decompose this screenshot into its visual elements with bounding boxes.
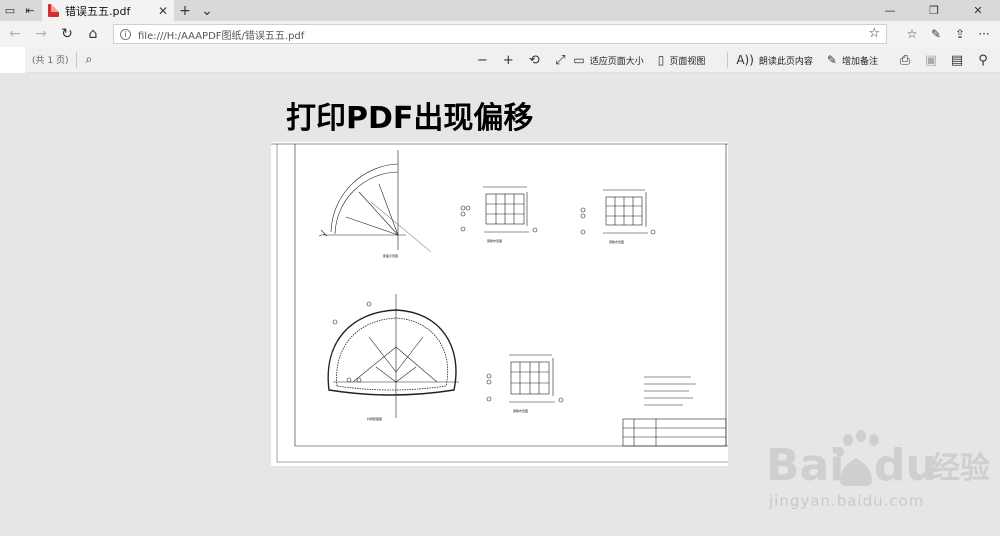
home-icon[interactable]: ⌂ [80, 21, 106, 47]
pdf-file-icon [48, 4, 59, 17]
pin-toolbar-icon[interactable]: ⚲ [970, 47, 996, 73]
watermark-url: jingyan.baidu.com [769, 492, 925, 510]
read-aloud-icon: A)) [736, 53, 754, 67]
title-block [622, 418, 727, 447]
address-bar[interactable]: i file:///H:/AAAPDF图纸/错误五五.pdf ☆ [113, 24, 887, 44]
save-as-icon[interactable]: ▤ [944, 47, 970, 73]
grid-drawing-2: 钢筋布置图 [580, 189, 656, 244]
pdf-tool-group: − + ⟲ ⤢ ▭ 适应页面大小 ▯ 页面视图 A)) 朗读此页内容 ✎ 增加备… [469, 47, 996, 73]
new-tab-icon[interactable]: + [174, 0, 196, 21]
section-drawing-1: 断面示意图 [318, 150, 432, 258]
navigation-bar: ← → ↻ ⌂ i file:///H:/AAAPDF图纸/错误五五.pdf ☆… [0, 21, 1000, 47]
pdf-toolbar: (共 1 页) ⌕ − + ⟲ ⤢ ▭ 适应页面大小 ▯ 页面视图 A)) 朗读… [0, 46, 1000, 73]
tab-active-pdf[interactable]: 错误五五.pdf ✕ [42, 0, 174, 21]
tab-preview-chevron-icon[interactable]: ⌄ [196, 0, 218, 21]
grid-drawing-3: 钢筋布置图 [486, 354, 564, 413]
svg-text:钢筋布置图: 钢筋布置图 [609, 239, 624, 244]
svg-text:经验: 经验 [930, 451, 990, 486]
page-view-button[interactable]: ▯ 页面视图 [658, 47, 706, 73]
page-number-input[interactable] [0, 46, 25, 73]
search-button[interactable]: ⌕ [85, 47, 97, 73]
fullscreen-icon[interactable]: ⤢ [547, 47, 573, 73]
zoom-out-icon[interactable]: − [469, 47, 495, 73]
zoom-in-icon[interactable]: + [495, 47, 521, 73]
fit-page-button[interactable]: ▭ 适应页面大小 [573, 47, 643, 73]
grid-drawing-1: 钢筋布置图 [460, 186, 538, 243]
rotate-icon[interactable]: ⟲ [521, 47, 547, 73]
maximize-icon[interactable]: ❐ [912, 0, 956, 21]
svg-text:钢筋布置图: 钢筋布置图 [513, 408, 528, 413]
close-tab-icon[interactable]: ✕ [158, 4, 168, 18]
notes-block [644, 376, 696, 406]
svg-text:断面示意图: 断面示意图 [383, 253, 398, 258]
page-count: (共 1 页) [32, 56, 69, 66]
baidu-watermark: Bai du 经验 [766, 428, 996, 496]
notes-pen-icon[interactable]: ✎ [924, 21, 948, 47]
svg-text:钢筋布置图: 钢筋布置图 [487, 238, 502, 243]
favorite-star-icon[interactable]: ☆ [868, 26, 880, 41]
svg-text:衬砌断面图: 衬砌断面图 [367, 416, 382, 421]
set-aside-tabs-icon[interactable]: ⇤ [20, 0, 40, 21]
toolbar-divider [76, 51, 78, 68]
tab-manager-icon[interactable]: ▭ [0, 0, 20, 21]
watermark-brand-text: Bai [766, 440, 844, 491]
pdf-page[interactable]: 断面示意图 钢筋布置图 钢筋布置图 衬砌断面图 钢筋布置图 [271, 142, 728, 466]
tab-strip: ▭ ⇤ 错误五五.pdf ✕ + ⌄ — ❐ ✕ [0, 0, 1000, 21]
pen-icon: ✎ [826, 53, 837, 67]
forward-icon[interactable]: → [28, 21, 54, 47]
read-aloud-button[interactable]: A)) 朗读此页内容 [736, 47, 813, 73]
page-view-icon: ▯ [657, 53, 665, 67]
page-view-label: 页面视图 [669, 56, 706, 67]
fit-page-icon: ▭ [573, 53, 585, 67]
tab-title: 错误五五.pdf [65, 4, 131, 18]
cad-drawing: 断面示意图 钢筋布置图 钢筋布置图 衬砌断面图 钢筋布置图 [271, 143, 728, 463]
read-aloud-label: 朗读此页内容 [758, 56, 813, 67]
refresh-icon[interactable]: ↻ [54, 21, 80, 47]
info-icon[interactable]: i [120, 28, 131, 40]
more-menu-icon[interactable]: ··· [972, 21, 996, 47]
favorites-icon[interactable]: ☆ [900, 21, 924, 47]
tunnel-section-drawing: 衬砌断面图 [327, 294, 459, 421]
share-icon[interactable]: ⇪ [948, 21, 972, 47]
minimize-icon[interactable]: — [868, 0, 912, 21]
back-icon[interactable]: ← [2, 21, 28, 47]
baidu-logo-image: Bai du 经验 [766, 430, 990, 491]
fit-page-label: 适应页面大小 [589, 56, 644, 67]
search-icon: ⌕ [85, 52, 93, 66]
window-controls: — ❐ ✕ [868, 0, 1000, 21]
add-notes-label: 增加备注 [841, 56, 878, 67]
print-icon[interactable]: ⎙ [892, 47, 918, 73]
close-window-icon[interactable]: ✕ [956, 0, 1000, 21]
address-text: file:///H:/AAAPDF图纸/错误五五.pdf [138, 30, 305, 42]
page-title: 打印PDF出现偏移 [286, 101, 534, 136]
svg-text:du: du [874, 440, 937, 491]
toolbar-divider [727, 52, 729, 68]
add-notes-button[interactable]: ✎ 增加备注 [827, 47, 878, 73]
browser-tools: ☆ ✎ ⇪ ··· [900, 21, 996, 47]
save-icon[interactable]: ▣ [918, 47, 944, 73]
